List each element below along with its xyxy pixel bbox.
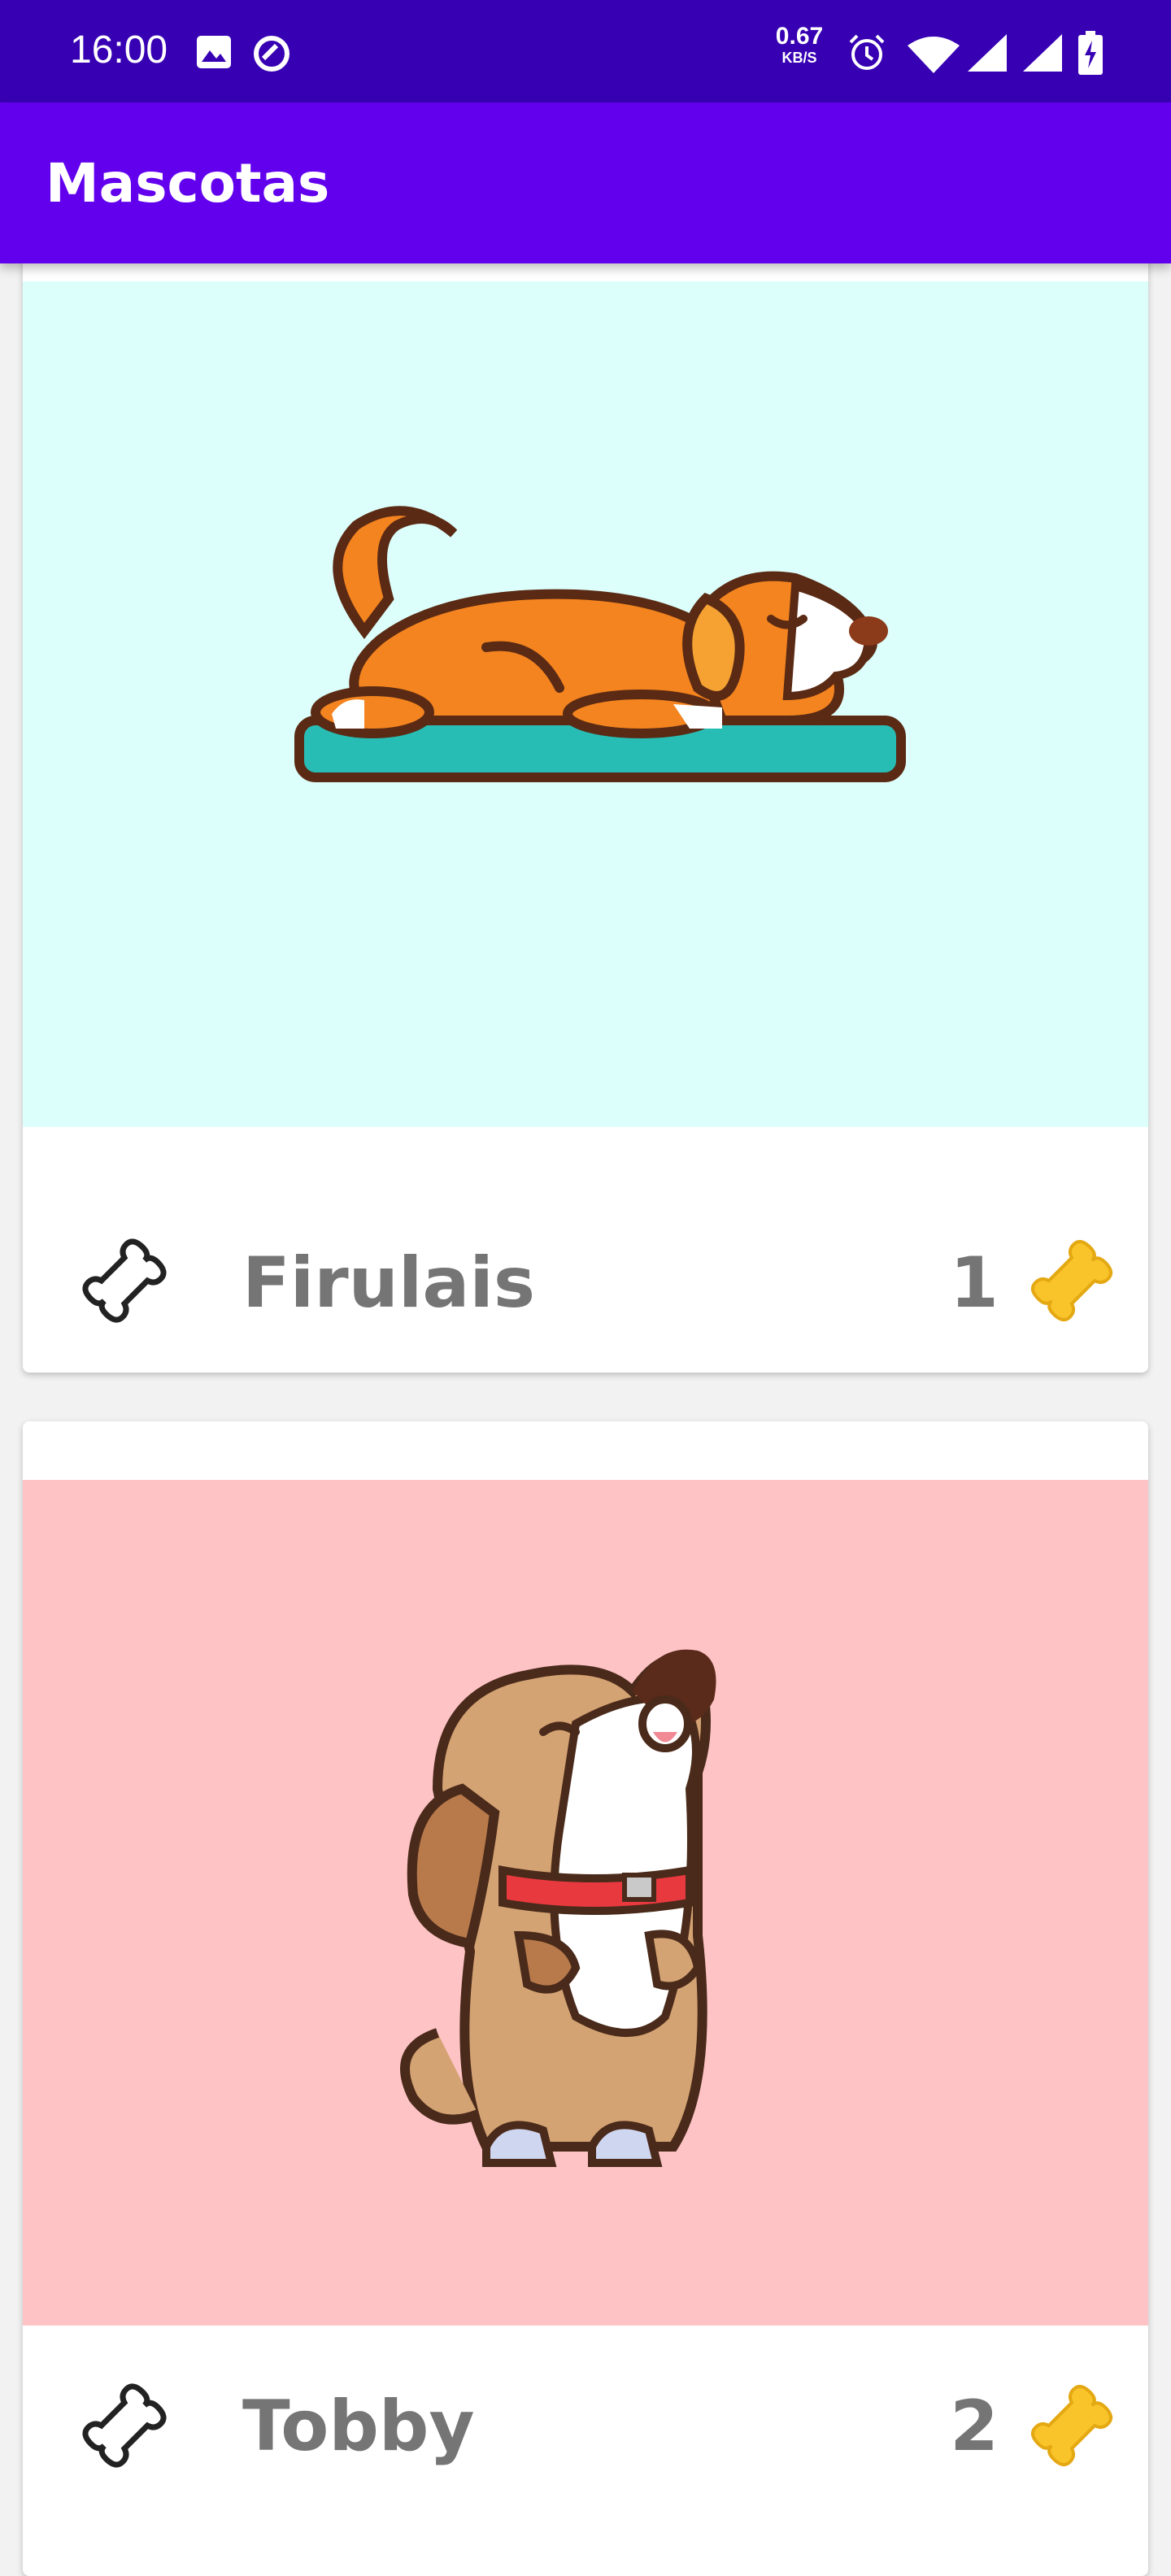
pet-name: Firulais [242,1242,536,1324]
sync-icon [254,36,289,72]
pet-card[interactable]: Firulais 1 [23,244,1148,1373]
pet-card[interactable]: Tobby 2 [23,1421,1148,2576]
status-bar: 16:00 0.67 KB/S [0,0,1171,102]
status-time: 16:00 [70,28,168,72]
pet-name: Tobby [242,2386,475,2467]
pet-photo [23,1480,1148,2326]
app-title: Mascotas [46,152,330,215]
wifi-icon [908,37,960,73]
pet-photo [23,281,1148,1127]
pet-rating: 2 [950,2386,999,2467]
battery-charging-icon [1078,31,1103,75]
image-icon [197,36,231,68]
app-bar: Mascotas [0,102,1171,263]
signal-icon [968,34,1007,72]
sleeping-dog-image [294,506,906,782]
gold-bone-icon [1030,2384,1113,2467]
gold-bone-icon [1030,1239,1113,1322]
bone-outline-icon[interactable] [63,2365,185,2487]
howling-dog-image [400,1649,716,2167]
signal-icon [1023,34,1062,72]
pet-rating: 1 [950,1242,999,1324]
bone-outline-icon[interactable] [63,1220,185,1342]
alarm-icon [849,34,885,70]
network-speed: 0.67 KB/S [775,23,824,66]
